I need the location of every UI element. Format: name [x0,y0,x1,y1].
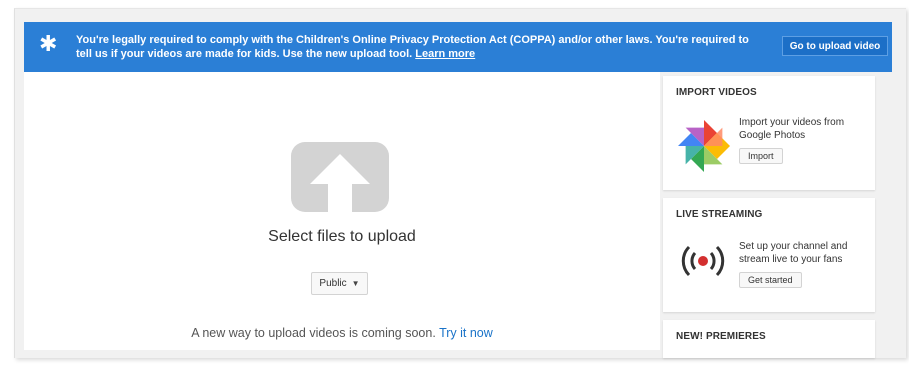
privacy-value: Public [319,278,347,289]
live-streaming-title: LIVE STREAMING [676,209,763,220]
banner-message-text: You're legally required to comply with t… [76,34,749,60]
privacy-dropdown[interactable]: Public ▼ [311,272,368,295]
coppa-banner: ✱ You're legally required to comply with… [24,22,892,72]
upload-panel: Select files to upload Public ▼ A new wa… [24,72,660,350]
google-photos-icon [678,120,730,172]
premieres-card: NEW! PREMIERES [663,320,875,358]
import-videos-description: Import your videos from Google Photos [739,117,845,141]
live-broadcast-icon [681,245,725,277]
banner-message: You're legally required to comply with t… [76,33,766,61]
live-streaming-description: Set up your channel and stream live to y… [739,241,848,265]
import-videos-title: IMPORT VIDEOS [676,87,757,98]
caret-down-icon: ▼ [351,279,360,288]
try-it-now-link[interactable]: Try it now [439,326,493,340]
go-to-upload-video-button[interactable]: Go to upload video [782,36,888,56]
live-streaming-card: LIVE STREAMING Set up your channel and s… [663,198,875,312]
upload-arrow-icon[interactable] [290,142,390,212]
select-files-label: Select files to upload [268,228,416,245]
star-icon: ✱ [39,32,58,57]
import-videos-card: IMPORT VIDEOS Import your videos from Go… [663,76,875,190]
import-button[interactable]: Import [739,148,783,164]
learn-more-link[interactable]: Learn more [415,48,475,60]
new-upload-notice: A new way to upload videos is coming soo… [24,326,660,340]
get-started-button[interactable]: Get started [739,272,802,288]
new-way-text: A new way to upload videos is coming soo… [191,326,436,340]
premieres-title: NEW! PREMIERES [676,331,766,342]
